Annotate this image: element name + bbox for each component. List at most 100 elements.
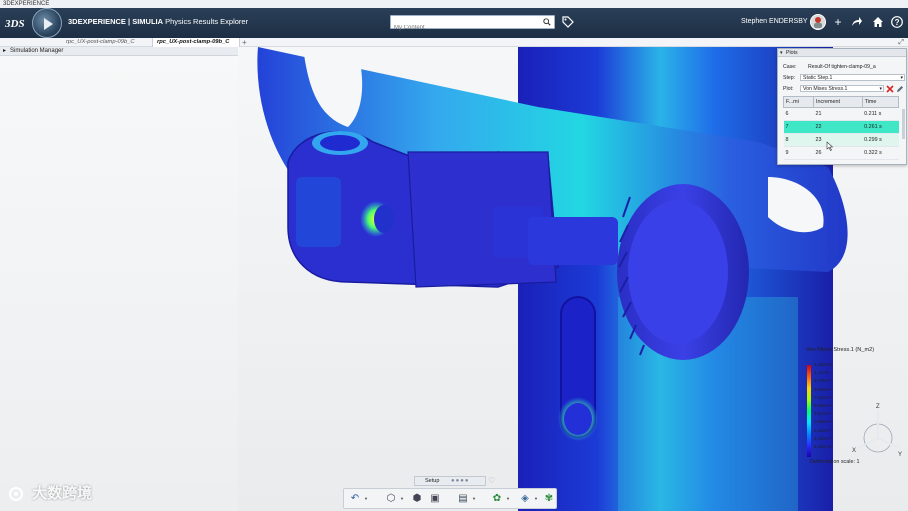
axis-x-label: X bbox=[852, 448, 856, 454]
frame-cell: 9 bbox=[783, 146, 814, 160]
delete-plot-icon[interactable] bbox=[886, 85, 894, 93]
tag-icon[interactable] bbox=[562, 16, 574, 28]
frame-cell: 6 bbox=[783, 107, 814, 121]
legend-value: 1.22e+7 bbox=[814, 436, 832, 442]
part-icon[interactable]: ⬢ bbox=[410, 492, 424, 506]
chevron-down-icon[interactable]: ▼ bbox=[472, 496, 476, 501]
time-cell: 0.211 s bbox=[862, 107, 899, 121]
table-row-selected[interactable]: 7 22 0.261 s bbox=[783, 120, 899, 134]
case-value: Result-Of tighten-clamp-09_a bbox=[808, 64, 876, 70]
plots-panel: ▾ Plots Case: Result-Of tighten-clamp-09… bbox=[777, 48, 907, 165]
setup-label: Setup bbox=[425, 478, 440, 484]
chevron-down-icon: ▾ bbox=[879, 86, 882, 92]
results-icon[interactable]: ✾ bbox=[542, 492, 556, 506]
chevron-down-icon[interactable]: ▼ bbox=[364, 496, 368, 501]
legend-title: Von Mises Stress.1 (N_m2) bbox=[806, 347, 875, 353]
legend-value: 9.75e+7 bbox=[814, 379, 832, 385]
home-icon[interactable] bbox=[872, 16, 884, 28]
setup-tab[interactable]: Setup ●●●● bbox=[414, 476, 486, 486]
os-window-title: 3DEXPERIENCE bbox=[0, 0, 908, 8]
frame-cell: 8 bbox=[783, 133, 814, 147]
document-tabs: rpc_UX-post-clamp-09b_C rpc_UX-post-clam… bbox=[0, 38, 908, 47]
legend-color-bar bbox=[807, 365, 811, 457]
plot-select-value: Von Mises Stress.1 bbox=[803, 86, 848, 92]
svg-text:3DS: 3DS bbox=[4, 18, 25, 30]
sensor-icon[interactable]: ◈ bbox=[518, 492, 532, 506]
column-header-frame[interactable]: F...mi bbox=[783, 96, 814, 108]
simulation-manager-header[interactable]: ▸ Simulation Manager bbox=[0, 47, 238, 56]
plus-icon[interactable]: + bbox=[832, 16, 844, 28]
table-row[interactable]: 6 21 0.211 s bbox=[783, 107, 899, 121]
section-dots[interactable]: ●●●● bbox=[451, 477, 470, 486]
expand-icon[interactable]: ⤢ bbox=[898, 38, 904, 47]
increment-cell: 22 bbox=[813, 120, 863, 134]
user-name[interactable]: Stephen ENDERSBY bbox=[741, 18, 808, 25]
watermark-logo-icon bbox=[9, 487, 23, 502]
help-icon[interactable]: ? bbox=[891, 16, 903, 28]
case-label: Case: bbox=[783, 64, 797, 70]
heart-icon[interactable]: ♡ bbox=[488, 476, 495, 485]
plots-title: Plots bbox=[786, 50, 798, 56]
simulation-manager-title: Simulation Manager bbox=[10, 48, 64, 54]
chevron-down-icon[interactable]: ▼ bbox=[400, 496, 404, 501]
plots-panel-header[interactable]: ▾ Plots bbox=[778, 49, 906, 57]
watermark-text: 大数跨境 bbox=[32, 485, 93, 502]
column-header-time[interactable]: Time bbox=[861, 96, 900, 108]
chevron-down-icon: ▾ bbox=[900, 75, 903, 81]
plot-select[interactable]: Von Mises Stress.1 ▾ bbox=[800, 85, 884, 92]
step-select[interactable]: Static Step.1 ▾ bbox=[800, 74, 905, 81]
axis-triad[interactable]: Z X Y bbox=[850, 400, 905, 460]
column-header-increment[interactable]: Increment bbox=[813, 96, 863, 108]
plot-label: Plot: bbox=[783, 86, 794, 92]
increment-cell: 26 bbox=[813, 146, 863, 160]
app-title-brand: 3DEXPERIENCE | SIMULIA bbox=[68, 17, 164, 26]
time-cell: 0.299 s bbox=[862, 133, 899, 147]
app-title: 3DEXPERIENCE | SIMULIA Physics Results E… bbox=[68, 17, 248, 26]
mouse-cursor-icon bbox=[826, 141, 834, 151]
watermark: 大数跨境 bbox=[8, 482, 128, 504]
animate-icon[interactable]: ✿ bbox=[490, 492, 504, 506]
legend-value: 8.53e+7 bbox=[814, 387, 832, 393]
time-cell: 0.261 s bbox=[862, 120, 899, 134]
table-row-hovered[interactable]: 8 23 0.299 s bbox=[783, 133, 899, 147]
legend-value: 3.66e+7 bbox=[814, 420, 832, 426]
axis-y-label: Y bbox=[898, 452, 902, 458]
legend-value: 7.31e+7 bbox=[814, 395, 832, 401]
chevron-down-icon[interactable]: ▼ bbox=[534, 496, 538, 501]
legend-value: 2.44e+7 bbox=[814, 428, 832, 434]
app-topbar: 3DS 3DEXPERIENCE | SIMULIA Physics Resul… bbox=[0, 8, 908, 38]
action-bar: ↶ ▼ ⬡ ▼ ⬢ ▣ ▤ ▼ ✿ ▼ ◈ ▼ ✾ bbox=[343, 488, 557, 509]
avatar[interactable] bbox=[810, 14, 826, 30]
chevron-down-icon[interactable]: ▼ bbox=[506, 496, 510, 501]
view-cube-icon[interactable]: ⬡ bbox=[384, 492, 398, 506]
ds-logo-icon: 3DS bbox=[4, 15, 26, 31]
tab-document-2[interactable]: rpc_UX-post-clamp-09b_C bbox=[152, 38, 240, 47]
svg-text:?: ? bbox=[895, 18, 900, 27]
fit-all-icon[interactable]: ▣ bbox=[428, 492, 442, 506]
table-row[interactable]: 9 26 0.322 s bbox=[783, 146, 899, 160]
legend-value: 4.87e+7 bbox=[814, 412, 832, 418]
time-cell: 0.322 s bbox=[862, 146, 899, 160]
legend-value: 1.22e+8 bbox=[814, 363, 832, 368]
search-icon[interactable] bbox=[543, 18, 551, 26]
table-scrollbar[interactable] bbox=[902, 109, 905, 139]
plot-display-icon[interactable]: ▤ bbox=[456, 492, 470, 506]
increment-cell: 23 bbox=[813, 133, 863, 147]
axis-z-label: Z bbox=[876, 404, 880, 410]
tab-document-1[interactable]: rpc_UX-post-clamp-09b_C bbox=[62, 38, 150, 47]
edit-plot-icon[interactable] bbox=[896, 85, 904, 93]
search-box bbox=[390, 15, 555, 34]
step-select-value: Static Step.1 bbox=[803, 75, 833, 81]
table-header-row: F...mi Increment Time bbox=[783, 96, 900, 108]
step-label: Step: bbox=[783, 75, 796, 81]
undo-icon[interactable]: ↶ bbox=[348, 492, 362, 506]
legend-value: 1.1e+8 bbox=[814, 371, 829, 377]
add-tab-button[interactable]: + bbox=[242, 38, 247, 47]
chevron-down-icon: ▾ bbox=[780, 50, 783, 56]
share-icon[interactable] bbox=[851, 16, 863, 28]
frame-cell: 7 bbox=[783, 120, 814, 134]
legend-values: 1.22e+8 1.1e+8 9.75e+7 8.53e+7 7.31e+7 6… bbox=[814, 362, 831, 452]
search-input[interactable] bbox=[391, 22, 536, 34]
legend-value: 1.23e+4 bbox=[814, 445, 832, 451]
compass-icon[interactable] bbox=[32, 8, 62, 38]
